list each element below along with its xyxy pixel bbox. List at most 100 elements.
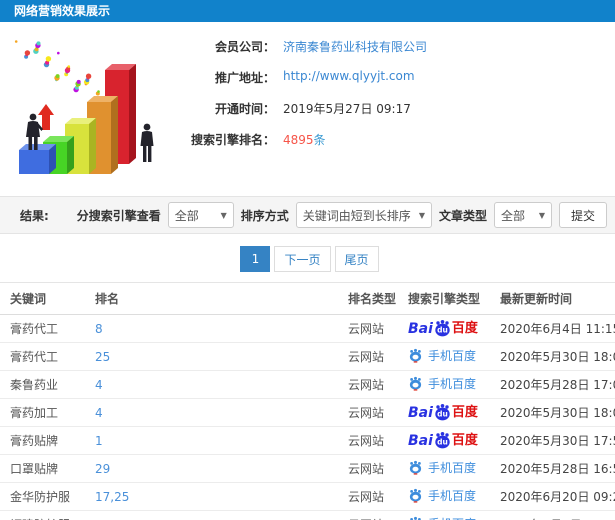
rank-link[interactable]: 17,25	[95, 490, 129, 504]
svg-text:du: du	[437, 410, 448, 419]
pagination: 1 下一页 尾页	[0, 246, 615, 272]
engine-filter-label: 分搜索引擎查看	[76, 208, 161, 223]
updated-time-cell: 2020年5月30日 18:06	[490, 342, 615, 371]
sort-select-value: 关键词由短到长排序	[302, 208, 411, 223]
rank-link[interactable]: 1	[95, 434, 103, 448]
baidu-paw-icon: du	[435, 432, 450, 449]
businessman-right	[140, 123, 154, 162]
rank-type-cell: 云网站	[338, 454, 398, 483]
page-1-button[interactable]: 1	[240, 246, 271, 272]
rank-type-cell: 云网站	[338, 370, 398, 399]
keyword-cell: 膏药代工	[0, 314, 85, 343]
engine-type-cell: 手机百度	[398, 454, 490, 483]
confetti-group	[14, 40, 100, 96]
rank-cell: 4	[85, 398, 338, 427]
engine-type-cell: Bai du 百度	[398, 426, 490, 455]
table-row: 膏药贴牌 1 云网站 Baidu百度 2020年5月30日 17:58	[0, 426, 615, 455]
chevron-down-icon: ▼	[220, 210, 227, 220]
col-header-updated: 最新更新时间	[490, 282, 615, 315]
engine-type-cell: 手机百度	[398, 482, 490, 511]
rank-link[interactable]: 25	[95, 350, 110, 364]
mobile-baidu-logo: 手机百度	[408, 459, 476, 476]
article-type-value: 全部	[500, 208, 525, 223]
mobile-baidu-paw-icon	[409, 376, 422, 391]
mobile-baidu-paw-icon	[409, 488, 422, 503]
keyword-cell: 膏药代工	[0, 342, 85, 371]
open-time-value: 2019年5月27日 09:17	[283, 102, 411, 116]
member-company-link[interactable]: 济南秦鲁药业科技有限公司	[283, 40, 427, 54]
mobile-baidu-paw-icon	[409, 348, 422, 363]
table-row: 膏药代工 25 云网站 手机百度 2020年5月30日 18:06	[0, 342, 615, 371]
col-header-rank-type: 排名类型	[338, 282, 398, 315]
rank-cell: 4	[85, 370, 338, 399]
updated-time-cell: 2020年5月28日 17:02	[490, 370, 615, 399]
rank-type-cell: 云网站	[338, 482, 398, 511]
open-time-label: 开通时间：	[214, 102, 275, 116]
engine-type-cell: Bai du 百度	[398, 314, 490, 343]
engine-type-cell: 手机百度	[398, 510, 490, 520]
promo-url-link[interactable]: http://www.qlyyjt.com	[283, 69, 415, 83]
member-company-label: 会员公司：	[214, 40, 275, 54]
rank-cell: 8	[85, 314, 338, 343]
rank-count-unit: 条	[313, 133, 326, 147]
member-profile: 会员公司： 济南秦鲁药业科技有限公司 推广地址： http://www.qlyy…	[177, 32, 427, 182]
chevron-down-icon: ▼	[418, 210, 425, 220]
updated-time-cell: 2020年5月28日 16:55	[490, 454, 615, 483]
chevron-down-icon: ▼	[538, 210, 545, 220]
open-time-row: 开通时间： 2019年5月27日 09:17	[177, 100, 427, 117]
sort-select[interactable]: 关键词由短到长排序 ▼	[295, 202, 432, 228]
baidu-logo: Bai du 百度	[408, 432, 478, 449]
baidu-logo: Bai du 百度	[408, 320, 478, 337]
mobile-baidu-logo: 手机百度	[408, 375, 476, 392]
keyword-cell: 秦鲁药业	[0, 370, 85, 399]
rank-link[interactable]: 4	[95, 378, 103, 392]
updated-time-cell: 2020年6月20日 09:25	[490, 482, 615, 511]
svg-text:du: du	[437, 438, 448, 447]
rank-cell: 1	[85, 426, 338, 455]
rank-count-row: 搜索引擎排名： 4895条	[177, 131, 427, 148]
keyword-ranking-table: 关键词 排名 排名类型 搜索引擎类型 最新更新时间 膏药代工 8 云网站 Bai du…	[0, 282, 615, 520]
rank-type-cell: 云网站	[338, 510, 398, 520]
table-row: 金华防护服 17,25 云网站 手机百度 2020年6月20日 09:25	[0, 482, 615, 511]
engine-type-cell: Bai du 百度	[398, 398, 490, 427]
submit-button[interactable]: 提交	[558, 202, 607, 228]
promo-url-label: 推广地址：	[214, 71, 275, 85]
rank-link[interactable]: 4	[95, 406, 103, 420]
rank-type-cell: 云网站	[338, 342, 398, 371]
mobile-baidu-logo: 手机百度	[408, 515, 476, 520]
page-title-bar: 网络营销效果展示	[0, 0, 615, 22]
keyword-cell: 膏药加工	[0, 398, 85, 427]
mobile-baidu-paw-icon	[409, 460, 422, 475]
rank-type-cell: 云网站	[338, 398, 398, 427]
filter-bar: 结果: 分搜索引擎查看 全部 ▼ 排序方式 关键词由短到长排序 ▼ 文章类型 全…	[0, 196, 615, 234]
engine-type-cell: 手机百度	[398, 342, 490, 371]
rank-type-cell: 云网站	[338, 314, 398, 343]
table-row: 秦鲁药业 4 云网站 手机百度 2020年5月28日 17:02	[0, 370, 615, 399]
sort-filter-label: 排序方式	[240, 208, 289, 223]
updated-time-cell: 2020年6月4日 11:15	[490, 314, 615, 343]
next-page-button[interactable]: 下一页	[274, 246, 331, 272]
col-header-rank: 排名	[85, 282, 338, 315]
col-header-engine-type: 搜索引擎类型	[398, 282, 490, 315]
keyword-cell: 膏药贴牌	[0, 426, 85, 455]
updated-time-cell: 2020年6月4日 11:10	[490, 510, 615, 520]
baidu-logo: Bai du 百度	[408, 404, 478, 421]
rank-link[interactable]: 29	[95, 462, 110, 476]
last-page-button[interactable]: 尾页	[334, 246, 379, 272]
article-type-select[interactable]: 全部 ▼	[493, 202, 552, 228]
top-section: 会员公司： 济南秦鲁药业科技有限公司 推广地址： http://www.qlyy…	[0, 32, 615, 182]
engine-select[interactable]: 全部 ▼	[167, 202, 234, 228]
engine-select-value: 全部	[174, 208, 199, 223]
rank-cell: 29	[85, 454, 338, 483]
rank-cell: 25	[85, 342, 338, 371]
table-row: 膏药代工 8 云网站 Bai du 百度 2020年6月4日 11:15	[0, 314, 615, 343]
member-company-row: 会员公司： 济南秦鲁药业科技有限公司	[177, 38, 427, 55]
keyword-cell: 金华防护服	[0, 482, 85, 511]
page-title: 网络营销效果展示	[14, 4, 111, 18]
rank-link[interactable]: 8	[95, 322, 103, 336]
filter-controls: 分搜索引擎查看 全部 ▼ 排序方式 关键词由短到长排序 ▼ 文章类型 全部 ▼ …	[77, 202, 607, 228]
updated-time-cell: 2020年5月30日 17:58	[490, 426, 615, 455]
updated-time-cell: 2020年5月30日 18:03	[490, 398, 615, 427]
col-header-keyword: 关键词	[0, 282, 85, 315]
mobile-baidu-logo: 手机百度	[408, 347, 476, 364]
